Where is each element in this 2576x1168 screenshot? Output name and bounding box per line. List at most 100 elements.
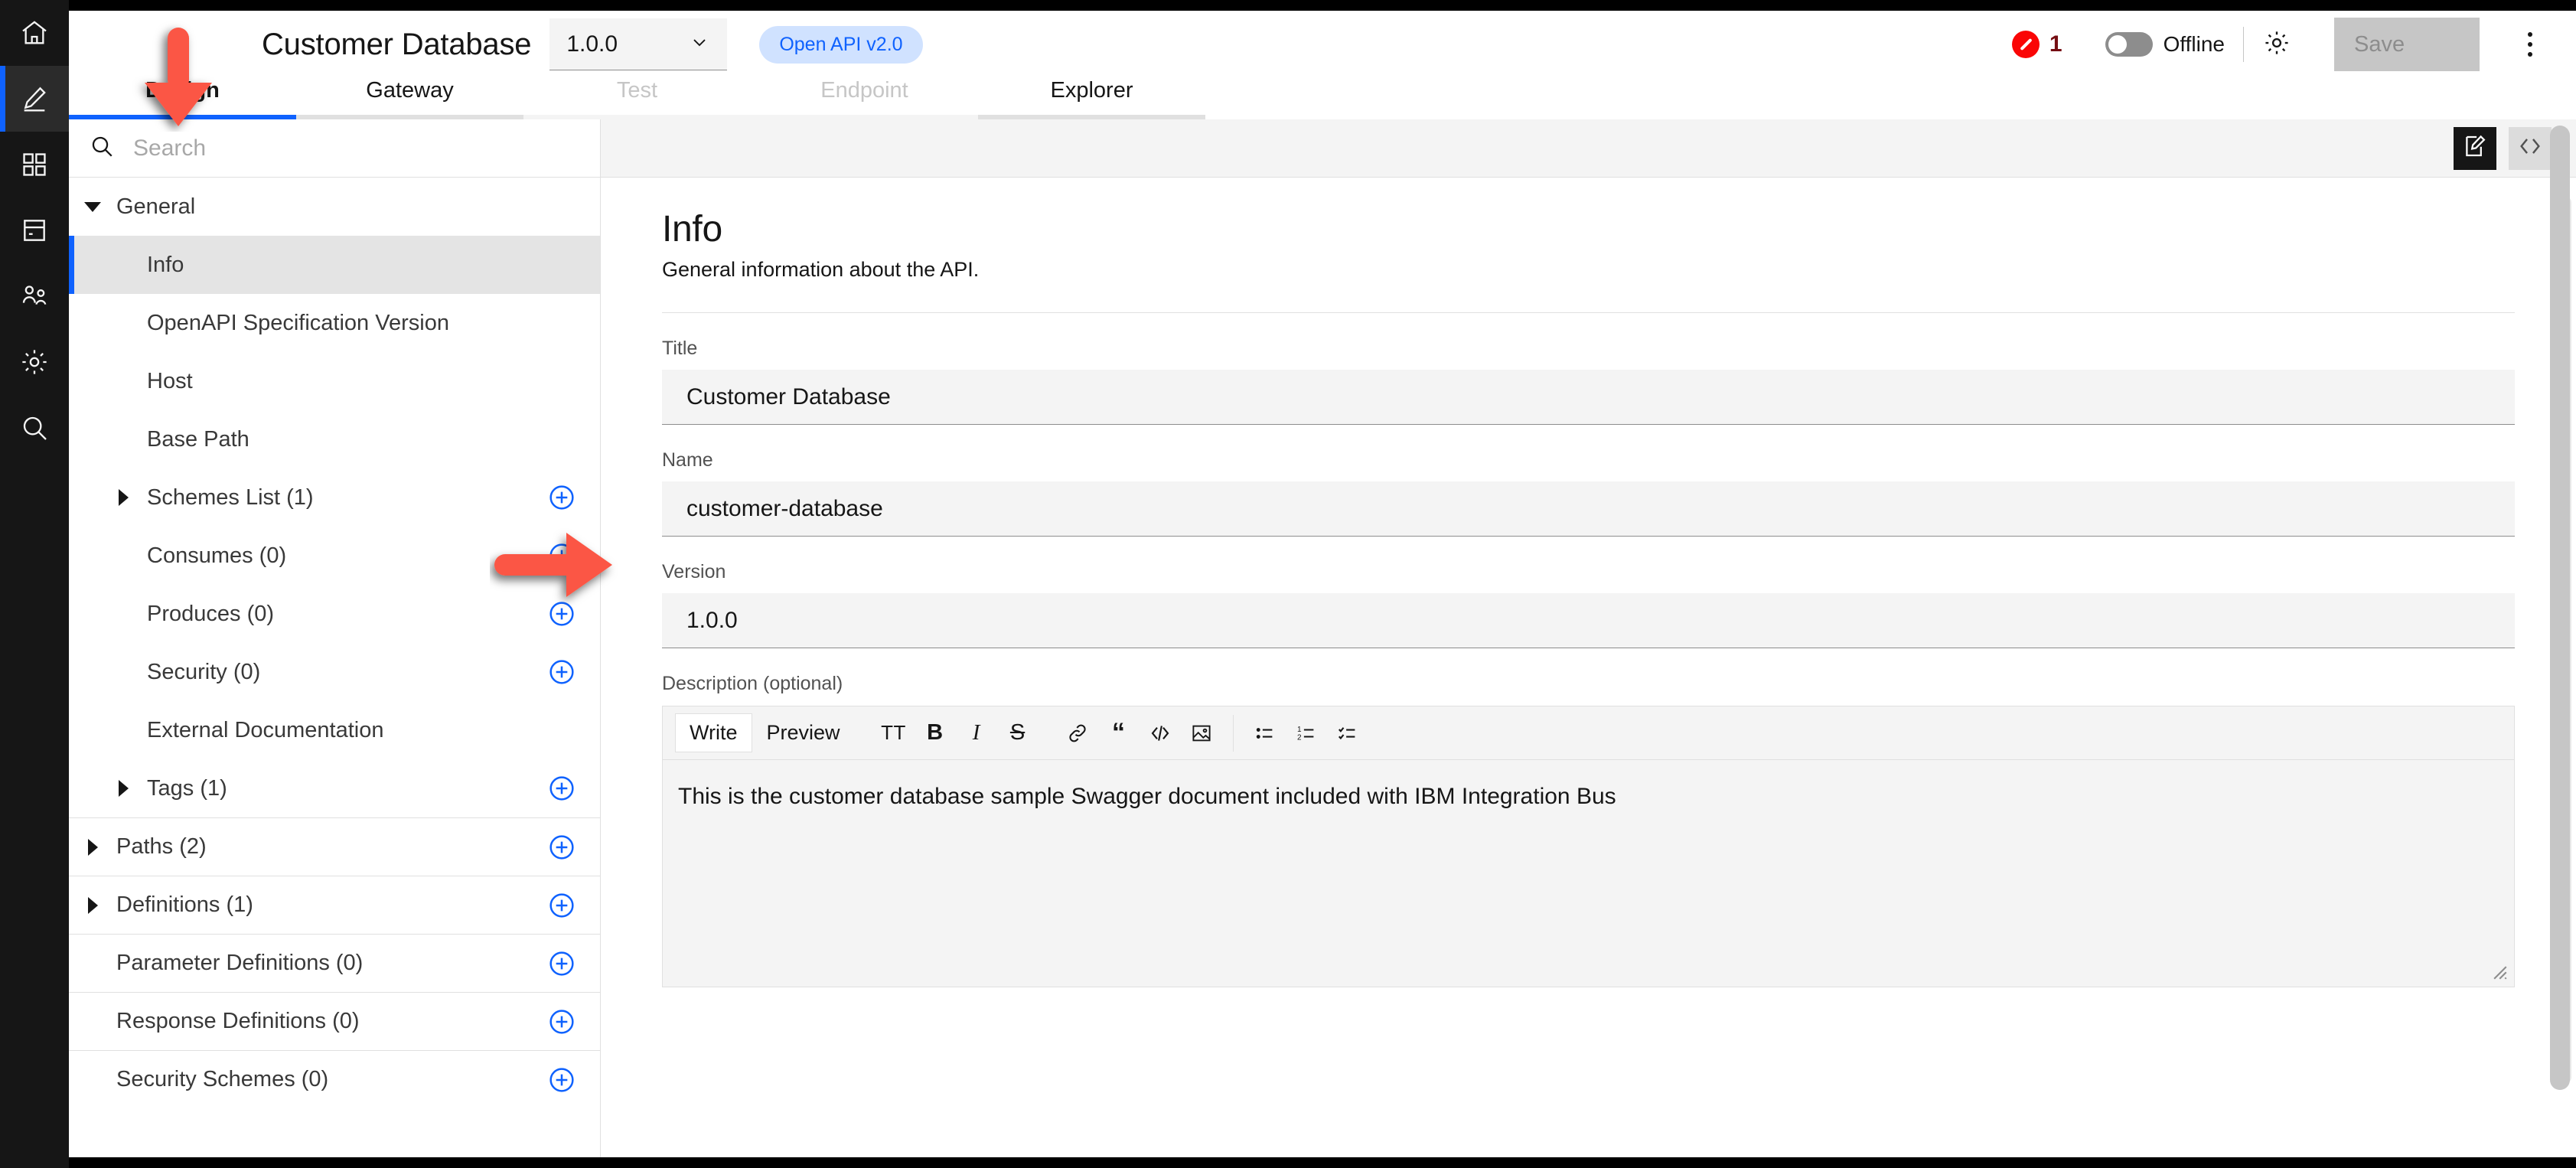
name-input[interactable] bbox=[662, 481, 2515, 537]
save-button[interactable]: Save bbox=[2334, 18, 2480, 71]
rail-item-catalog[interactable] bbox=[0, 197, 69, 263]
add-item-button[interactable] bbox=[546, 890, 577, 921]
add-item-button[interactable] bbox=[546, 948, 577, 979]
page-scrollbar[interactable] bbox=[2550, 126, 2570, 1136]
tree-item-external-documentation[interactable]: External Documentation bbox=[69, 701, 600, 759]
rail-item-design[interactable] bbox=[0, 66, 69, 132]
search-icon bbox=[89, 133, 115, 163]
toggle-track[interactable] bbox=[2105, 32, 2153, 57]
version-input[interactable] bbox=[662, 593, 2515, 648]
field-version: Version bbox=[662, 561, 2515, 648]
rail-item-home[interactable] bbox=[0, 0, 69, 66]
search-input[interactable] bbox=[133, 135, 600, 161]
svg-text:1: 1 bbox=[1297, 725, 1302, 733]
italic-icon[interactable]: I bbox=[956, 713, 997, 754]
tree-item-produces-0[interactable]: Produces (0) bbox=[69, 585, 600, 643]
add-item-button[interactable] bbox=[546, 1007, 577, 1037]
add-item-button[interactable] bbox=[546, 657, 577, 687]
tree-item-openapi-specification-version[interactable]: OpenAPI Specification Version bbox=[69, 294, 600, 352]
tab-test: Test bbox=[523, 78, 751, 119]
add-item-button[interactable] bbox=[546, 832, 577, 863]
quote-icon[interactable]: “ bbox=[1098, 713, 1140, 754]
error-count-badge[interactable]: 1 bbox=[2011, 31, 2062, 58]
chevron-right-icon[interactable] bbox=[83, 896, 103, 915]
field-label: Title bbox=[662, 338, 698, 359]
bold-icon[interactable]: B bbox=[915, 713, 956, 754]
add-item-button[interactable] bbox=[546, 599, 577, 629]
edit-document-icon bbox=[2462, 133, 2488, 163]
spec-version-badge[interactable]: Open API v2.0 bbox=[759, 25, 923, 64]
settings-button[interactable] bbox=[2262, 28, 2291, 61]
markdown-editor: Write Preview TT B I S “ 1 2 This is the… bbox=[662, 706, 2515, 987]
tree-item-host[interactable]: Host bbox=[69, 352, 600, 410]
rail-item-settings[interactable] bbox=[0, 329, 69, 395]
markdown-write-tab[interactable]: Write bbox=[675, 713, 752, 752]
add-item-button[interactable] bbox=[546, 773, 577, 804]
chevron-down-icon[interactable] bbox=[83, 197, 103, 217]
form-view-button[interactable] bbox=[2454, 126, 2496, 170]
code-brackets-icon bbox=[2517, 133, 2543, 163]
design-tree: General Info OpenAPI Specification Version… bbox=[69, 178, 600, 1157]
version-select-value: 1.0.0 bbox=[566, 31, 618, 57]
rail-item-apps[interactable] bbox=[0, 132, 69, 197]
tree-item-definitions-1[interactable]: Definitions (1) bbox=[69, 876, 600, 934]
code-icon[interactable] bbox=[1140, 713, 1181, 754]
title-input[interactable] bbox=[662, 370, 2515, 425]
tree-item-parameter-definitions-0[interactable]: Parameter Definitions (0) bbox=[69, 934, 600, 992]
image-icon[interactable] bbox=[1181, 713, 1222, 754]
chevron-right-icon[interactable] bbox=[113, 488, 133, 507]
chevron-right-icon[interactable] bbox=[113, 778, 133, 798]
tree-item-consumes-0[interactable]: Consumes (0) bbox=[69, 527, 600, 585]
tree-item-tags-1[interactable]: Tags (1) bbox=[69, 759, 600, 817]
app-surface: Customer Database 1.0.0 Open API v2.0 1 bbox=[69, 11, 2576, 1157]
tree-item-base-path[interactable]: Base Path bbox=[69, 410, 600, 468]
tree-item-paths-2[interactable]: Paths (2) bbox=[69, 817, 600, 876]
offline-label: Offline bbox=[2163, 32, 2225, 56]
link-icon[interactable] bbox=[1057, 713, 1098, 754]
tab-explorer[interactable]: Explorer bbox=[978, 78, 1205, 119]
error-circle-icon bbox=[2011, 31, 2040, 58]
tree-search-row bbox=[69, 119, 600, 178]
online-offline-toggle[interactable]: Offline bbox=[2105, 32, 2225, 57]
heading-tt-icon[interactable]: TT bbox=[873, 713, 915, 754]
add-item-button[interactable] bbox=[546, 540, 577, 571]
tree-item-general[interactable]: General bbox=[69, 178, 600, 236]
description-textarea[interactable] bbox=[663, 760, 2514, 987]
field-description: Description (optional) Write Preview TT bbox=[662, 673, 2515, 987]
tree-item-schemes-list-1[interactable]: Schemes List (1) bbox=[69, 468, 600, 527]
markdown-preview-tab[interactable]: Preview bbox=[752, 713, 855, 752]
tree-item-label: Tags (1) bbox=[147, 775, 227, 801]
version-select[interactable]: 1.0.0 bbox=[549, 18, 728, 70]
tree-item-label: Consumes (0) bbox=[147, 543, 287, 568]
tree-item-label: Info bbox=[147, 252, 184, 277]
source-view-button[interactable] bbox=[2509, 126, 2552, 170]
add-item-button[interactable] bbox=[546, 1065, 577, 1095]
tree-item-label: Paths (2) bbox=[116, 834, 207, 859]
bulleted-list-icon[interactable] bbox=[1244, 713, 1286, 754]
task-list-icon[interactable] bbox=[1327, 713, 1368, 754]
add-item-button[interactable] bbox=[546, 482, 577, 513]
app-header: Customer Database 1.0.0 Open API v2.0 1 bbox=[69, 11, 2576, 119]
tree-item-security-0[interactable]: Security (0) bbox=[69, 643, 600, 701]
overflow-menu-icon[interactable] bbox=[2512, 23, 2548, 66]
markdown-toolbar: Write Preview TT B I S “ 1 2 bbox=[663, 706, 2514, 760]
rail-item-search[interactable] bbox=[0, 395, 69, 461]
chevron-right-icon[interactable] bbox=[83, 837, 103, 857]
primary-tabs: Design Gateway Test Endpoint Explorer bbox=[69, 78, 1205, 119]
tree-item-info[interactable]: Info bbox=[69, 236, 600, 294]
tree-item-response-definitions-0[interactable]: Response Definitions (0) bbox=[69, 992, 600, 1050]
rail-item-members[interactable] bbox=[0, 263, 69, 329]
page-scrollbar-thumb[interactable] bbox=[2550, 126, 2570, 1090]
strikethrough-icon[interactable]: S bbox=[997, 713, 1039, 754]
tree-item-security-schemes-0[interactable]: Security Schemes (0) bbox=[69, 1050, 600, 1108]
tab-gateway[interactable]: Gateway bbox=[296, 78, 523, 119]
tab-design[interactable]: Design bbox=[69, 78, 296, 119]
tree-item-label: Security (0) bbox=[147, 659, 261, 684]
resize-handle-icon[interactable] bbox=[2483, 956, 2509, 982]
numbered-list-icon[interactable]: 1 2 bbox=[1286, 713, 1327, 754]
header-actions: 1 Offline Save bbox=[2011, 11, 2548, 78]
